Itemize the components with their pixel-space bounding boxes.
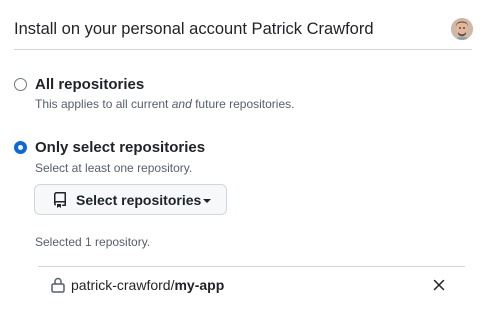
avatar[interactable]	[451, 18, 473, 40]
all-repositories-note: This applies to all current and future r…	[35, 96, 294, 112]
all-repositories-note-text: This applies to all current	[35, 97, 172, 111]
only-select-repositories-radio[interactable]	[14, 141, 27, 154]
only-select-repositories-label[interactable]: Only select repositories	[35, 139, 205, 157]
caret-down-icon	[203, 199, 211, 203]
selected-repositories-list: patrick-crawford/my-app	[38, 266, 465, 306]
repository-name: patrick-crawford/my-app	[71, 277, 224, 294]
all-repositories-note-emphasis: and	[171, 97, 192, 111]
repository-owner: patrick-crawford/	[71, 277, 175, 293]
lock-icon	[51, 277, 65, 293]
selection-summary: Selected 1 repository.	[35, 235, 151, 249]
all-repositories-note-text-end: future repositories.	[191, 97, 295, 111]
select-repositories-button[interactable]: Select repositories	[34, 184, 227, 215]
all-repositories-radio[interactable]	[14, 78, 27, 91]
repo-icon	[54, 192, 66, 208]
only-select-repositories-note: Select at least one repository.	[35, 161, 193, 175]
page-title: Install on your personal account Patrick…	[14, 20, 374, 38]
close-icon[interactable]	[433, 279, 445, 291]
avatar-image	[451, 18, 473, 40]
page-header: Install on your personal account Patrick…	[14, 0, 473, 50]
list-item: patrick-crawford/my-app	[38, 267, 465, 305]
all-repositories-label[interactable]: All repositories	[35, 76, 144, 94]
select-repositories-button-label: Select repositories	[76, 192, 202, 208]
repository-short-name: my-app	[174, 277, 225, 293]
